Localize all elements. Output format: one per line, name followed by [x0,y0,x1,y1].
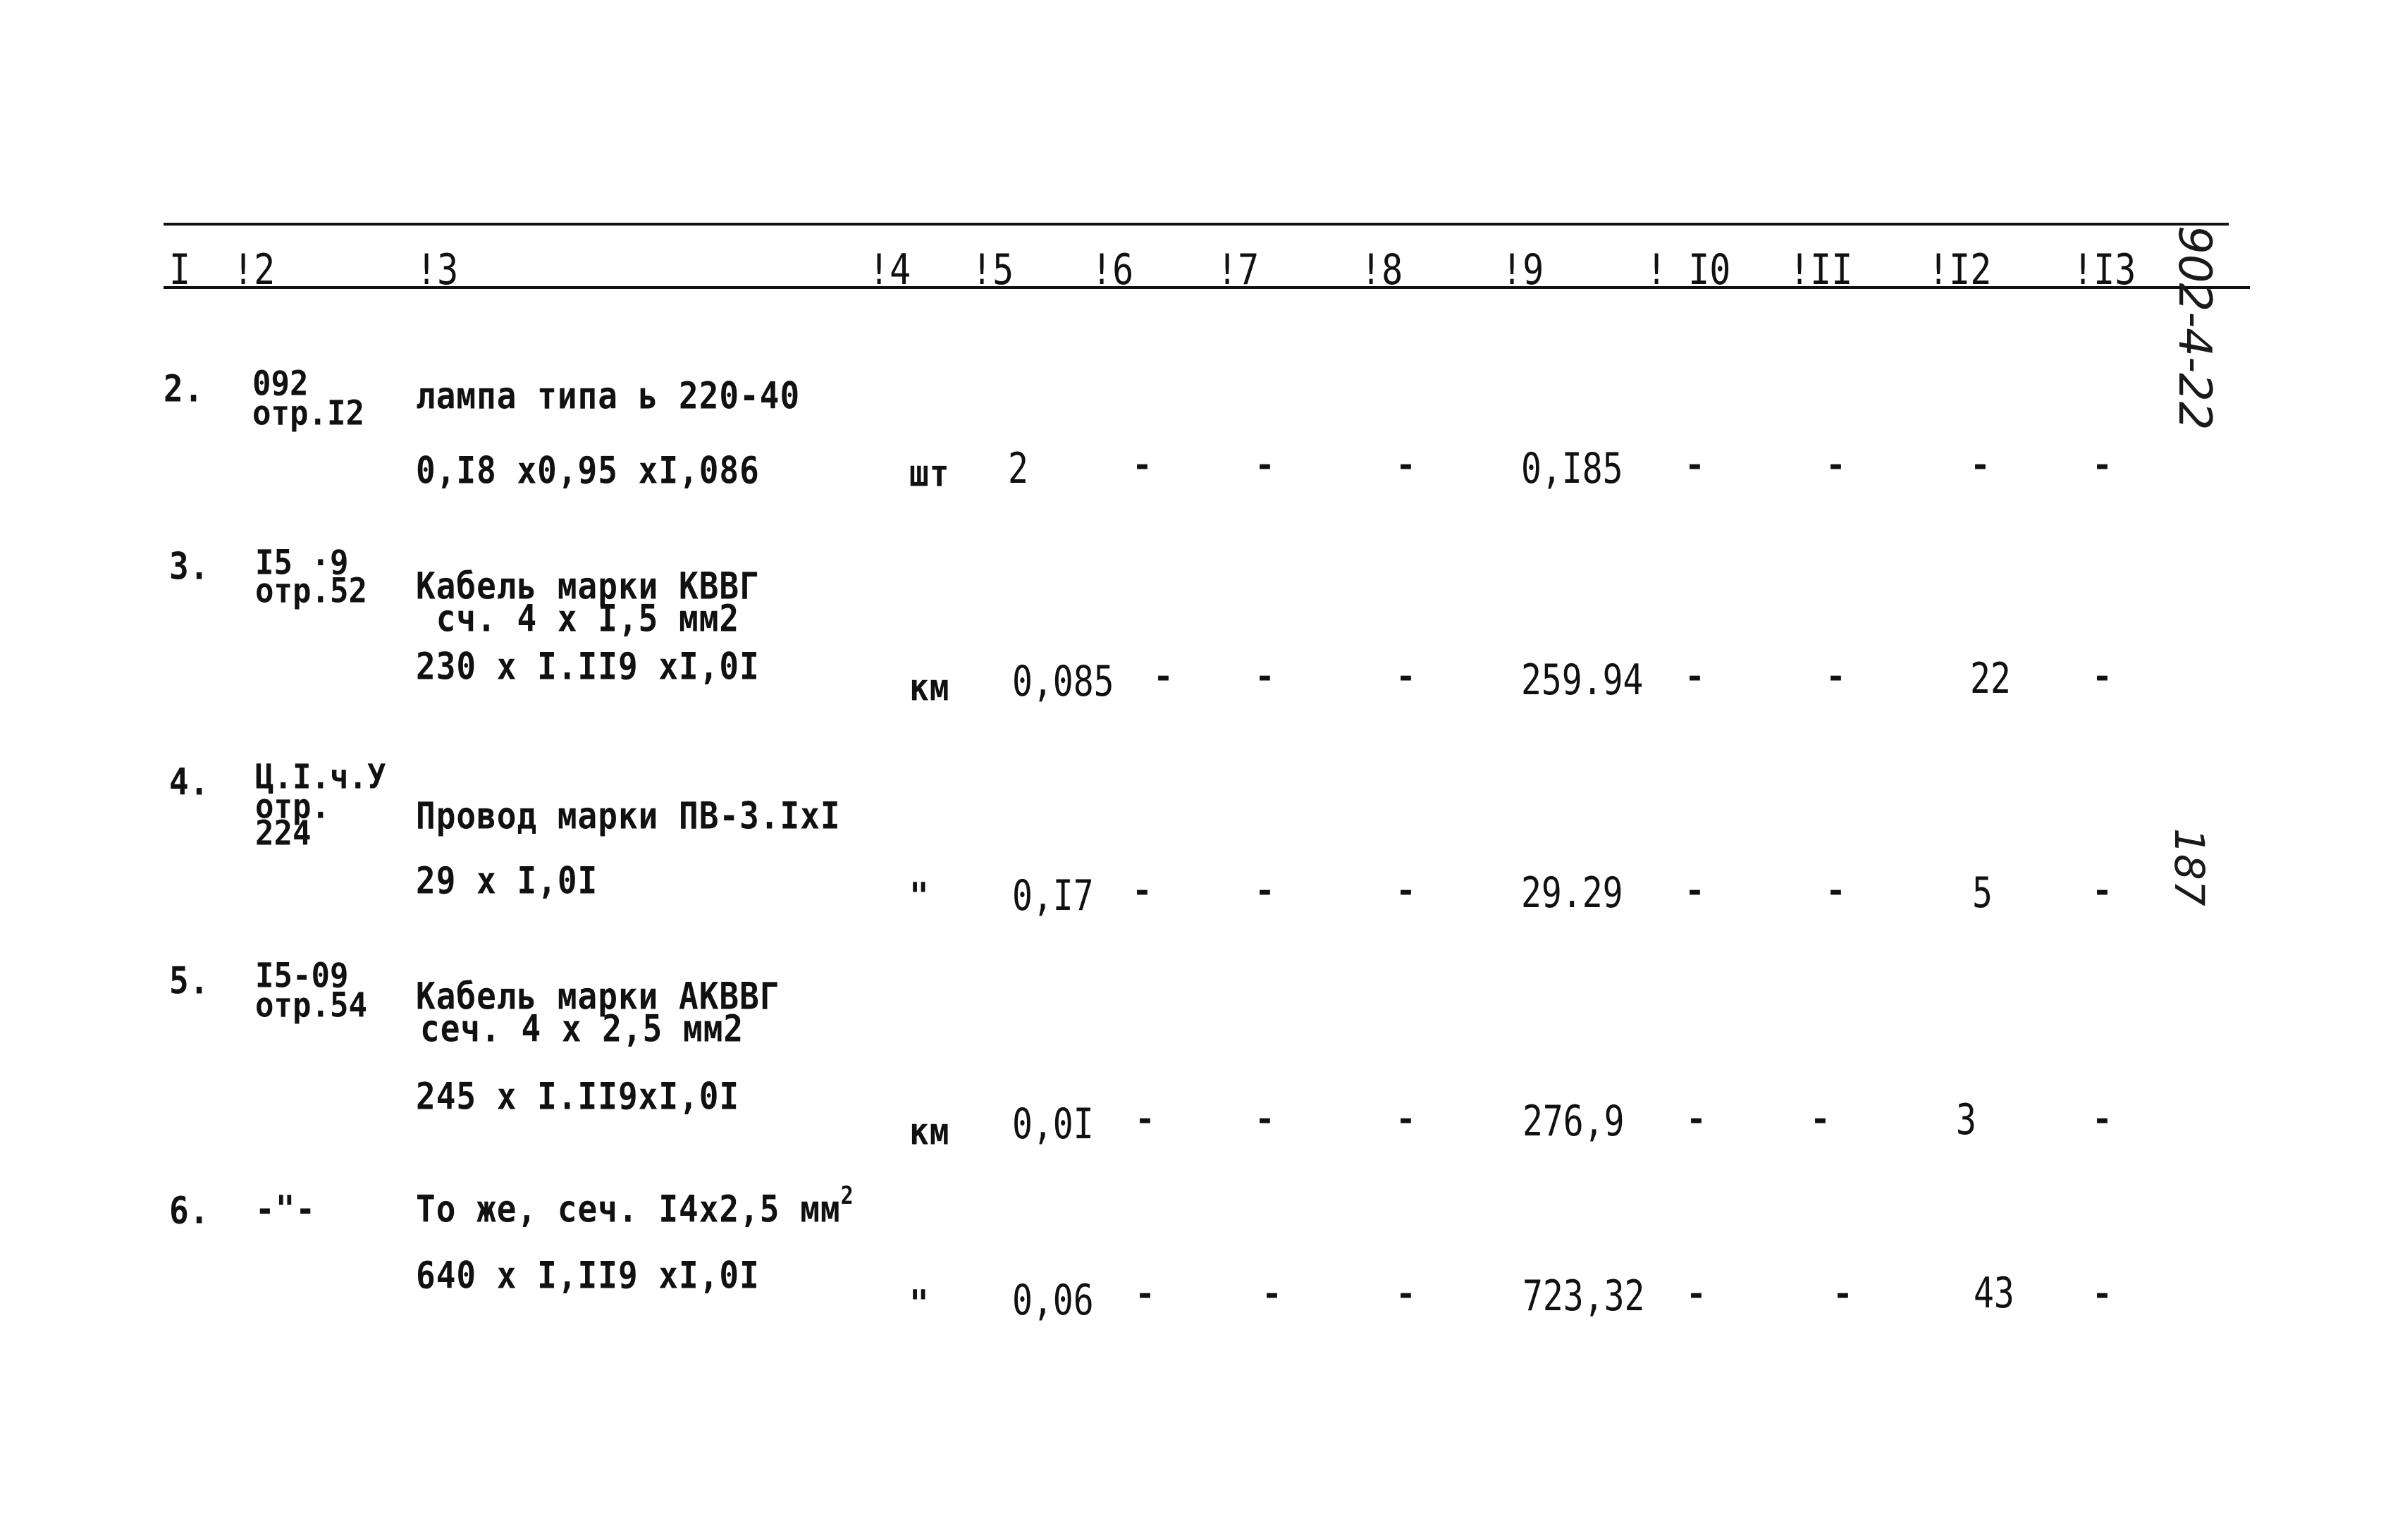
row-col12: 3 [1956,1095,1976,1145]
row-col13: - [2092,1274,2112,1314]
row-col8: - [1396,445,1416,485]
row-formula: 0,I8 x0,95 xI,086 [416,448,760,493]
row-col13: - [2092,871,2112,911]
col-header-6: !6 [1091,245,1134,295]
row-unit: км [909,665,950,710]
row-col10: - [1685,657,1705,696]
col-header-1: I [169,245,191,295]
row-formula: 245 x I.II9xI,0I [416,1074,740,1119]
row-number: 6. [169,1188,210,1233]
col-header-10: ! I0 [1646,245,1731,295]
col-header-12: !I2 [1928,245,1992,295]
col-header-13: !I3 [2072,245,2136,295]
row-col6: - [1132,445,1152,485]
header-top-rule [164,223,2229,226]
row-col7: - [1262,1274,1282,1314]
row-quantity: 2 [1008,444,1028,493]
row-quantity: 0,085 [1012,657,1114,706]
page-number-annotation: 187 [2165,828,2213,906]
row-col9: 259.94 [1521,655,1644,705]
row-formula: 230 x I.II9 xI,0I [416,644,760,689]
row-unit: шт [909,451,950,495]
row-col8: - [1396,871,1416,911]
row-col12: 5 [1972,868,1993,918]
row-col6: - [1135,1099,1155,1139]
row-col13: - [2092,1099,2112,1139]
row-number: 4. [169,760,210,804]
row-item-spec: сеч. 4 x 2,5 мм2 [420,1006,744,1051]
row-col11: - [1826,871,1846,911]
row-col6: - [1153,657,1174,696]
row-col13: - [2092,657,2112,696]
col-header-4: !4 [868,245,911,295]
row-col12: 22 [1970,654,2011,703]
row-unit: км [909,1109,950,1154]
row-item-name: Провод марки ПВ-3.IxI [416,794,841,838]
row-item-name-text: То же, сеч. I4x2,5 мм [416,1187,841,1231]
row-quantity: 0,06 [1012,1276,1094,1325]
row-col11: - [1833,1274,1853,1314]
row-col12: 43 [1974,1269,2014,1318]
row-col13: - [2092,445,2112,485]
row-col9: 723,32 [1522,1271,1645,1321]
row-col10: - [1685,445,1705,485]
row-col11: - [1810,1099,1831,1139]
row-formula: 640 x I,II9 xI,0I [416,1253,760,1298]
row-col11: - [1826,445,1846,485]
col-header-2: !2 [233,245,276,295]
row-col10: - [1686,1274,1706,1314]
document-code-annotation: 902-4-22 [2168,226,2220,431]
superscript-squared: 2 [840,1182,854,1211]
col-header-11: !II [1789,245,1853,295]
row-item-name: лампа типа ь 220-40 [416,374,801,418]
row-item-spec: сч. 4 x I,5 мм2 [416,596,740,641]
row-reference-page: отр.52 [255,571,367,611]
row-reference-page-number: 224 [255,813,312,854]
row-col7: - [1255,445,1275,485]
row-reference: -"- [255,1187,316,1231]
row-reference-page: отр.54 [255,985,367,1025]
row-unit: " [909,874,930,918]
row-col7: - [1255,1099,1275,1139]
row-col9: 276,9 [1522,1097,1625,1146]
row-formula: 29 x I,0I [416,858,598,903]
row-col12: - [1970,445,1991,485]
row-col11: - [1826,657,1846,696]
col-header-9: !9 [1501,245,1544,295]
row-number: 5. [169,959,210,1003]
row-unit: " [909,1281,930,1326]
row-col7: - [1255,657,1275,696]
row-col10: - [1686,1099,1706,1139]
row-number: 3. [169,544,210,589]
row-reference-page: отр.I2 [252,393,364,433]
col-header-7: !7 [1217,245,1260,295]
row-number: 2. [164,366,204,411]
row-col9: 0,I85 [1521,444,1623,493]
col-header-3: !3 [416,245,459,295]
row-quantity: 0,0I [1012,1099,1094,1149]
row-col6: - [1135,1274,1155,1314]
row-item-name: То же, сеч. I4x2,5 мм2 [416,1184,854,1231]
row-col6: - [1132,871,1152,911]
col-header-8: !8 [1360,245,1403,295]
row-col10: - [1685,871,1705,911]
col-header-5: !5 [971,245,1014,295]
row-col7: - [1255,871,1275,911]
row-col8: - [1396,1274,1416,1314]
row-col8: - [1396,657,1416,696]
row-col9: 29.29 [1521,868,1623,918]
row-quantity: 0,I7 [1012,871,1094,920]
row-col8: - [1396,1099,1416,1139]
